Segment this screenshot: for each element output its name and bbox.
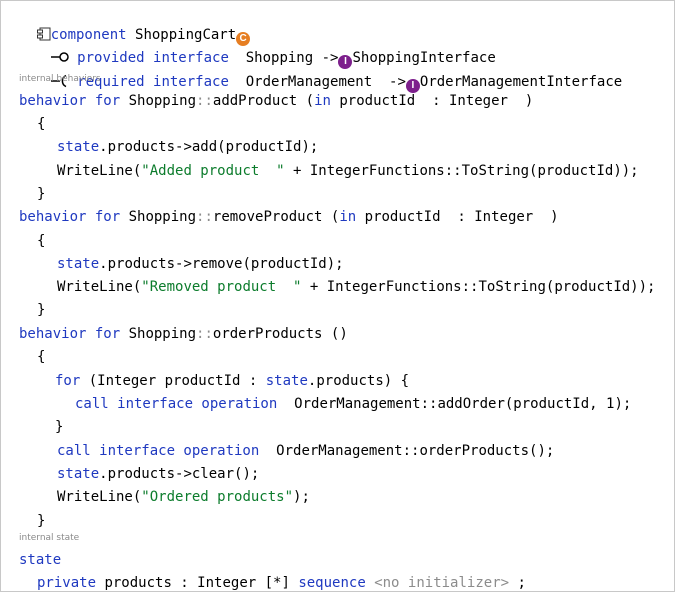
block-close: } <box>37 513 46 529</box>
semicolon: ; <box>517 575 526 591</box>
state-keyword: state <box>265 373 308 389</box>
code-editor[interactable]: component ShoppingCart C provided interfa… <box>0 0 675 592</box>
behavior-order-products-header[interactable]: behavior for Shopping::orderProducts () <box>19 324 348 344</box>
statement-text: (Integer productId : <box>88 373 266 389</box>
string-literal: "Added product " <box>141 163 285 179</box>
for-loop-line[interactable]: for (Integer productId : state.products)… <box>55 371 409 391</box>
block-close: } <box>55 419 64 435</box>
colon: : <box>432 93 441 109</box>
statement-line[interactable]: WriteLine("Ordered products"); <box>57 487 310 507</box>
param-direction: in <box>314 93 331 109</box>
scope-separator: :: <box>196 93 213 109</box>
paren: ( <box>305 93 315 109</box>
call-keyword: call interface operation <box>75 396 278 412</box>
statement-text: .products->add(productId); <box>99 139 319 155</box>
block-open: { <box>37 116 46 132</box>
visibility-keyword: private <box>37 575 97 591</box>
statement-line[interactable]: WriteLine("Removed product " + IntegerFu… <box>57 277 655 297</box>
statement-text: ); <box>293 489 310 505</box>
function-call: WriteLine( <box>57 163 142 179</box>
statement-text: + IntegerFunctions::ToString(productId))… <box>284 163 639 179</box>
statement-text: .products->clear(); <box>99 466 260 482</box>
state-attribute-line[interactable]: private products : Integer [*] sequence … <box>37 573 526 591</box>
operation-name[interactable]: addProduct <box>213 93 297 109</box>
block-open: { <box>37 349 46 365</box>
statement-text: OrderManagement::orderProducts(); <box>276 443 555 459</box>
state-keyword: state <box>19 552 62 568</box>
for-keyword: for <box>55 373 81 389</box>
paren: ) <box>550 209 559 225</box>
statement-line[interactable]: WriteLine("Added product " + IntegerFunc… <box>57 161 639 181</box>
port-ref[interactable]: Shopping <box>129 209 196 225</box>
paren: () <box>330 326 348 342</box>
operation-name[interactable]: orderProducts <box>213 326 323 342</box>
arrow: -> <box>389 74 406 90</box>
state-keyword-line[interactable]: state <box>19 550 61 570</box>
sequence-keyword: sequence <box>298 575 366 591</box>
statement-line[interactable]: state.products->add(productId); <box>57 137 318 157</box>
statement-text: .products->remove(productId); <box>99 256 344 272</box>
function-call: WriteLine( <box>57 279 142 295</box>
attribute-declaration[interactable]: products : Integer [*] <box>104 575 289 591</box>
behavior-keyword: behavior for <box>19 93 121 109</box>
port-ref[interactable]: Shopping <box>129 326 196 342</box>
state-keyword: state <box>57 466 100 482</box>
statement-line[interactable]: call interface operation OrderManagement… <box>57 441 554 461</box>
statement-text: + IntegerFunctions::ToString(productId))… <box>301 279 656 295</box>
string-literal: "Removed product " <box>141 279 302 295</box>
string-literal: "Ordered products" <box>141 489 294 505</box>
section-label-internal-state: internal state <box>19 533 80 543</box>
operation-name[interactable]: removeProduct <box>213 209 323 225</box>
behavior-keyword: behavior for <box>19 209 121 225</box>
state-keyword: state <box>57 256 100 272</box>
statement-line[interactable]: state.products->remove(productId); <box>57 254 344 274</box>
statement-text: OrderManagement::addOrder(productId, 1); <box>294 396 632 412</box>
behavior-keyword: behavior for <box>19 326 121 342</box>
paren: ) <box>524 93 534 109</box>
param-type[interactable]: Integer <box>474 209 533 225</box>
param-name: productId <box>339 93 416 109</box>
state-keyword: state <box>57 139 100 155</box>
statement-line[interactable]: state.products->clear(); <box>57 464 259 484</box>
behavior-remove-product-header[interactable]: behavior for Shopping::removeProduct (in… <box>19 207 559 227</box>
param-direction: in <box>339 209 357 225</box>
required-port-name[interactable]: OrderManagement <box>246 74 372 90</box>
port-ref[interactable]: Shopping <box>129 93 196 109</box>
param-name: productId <box>364 209 441 225</box>
scope-separator: :: <box>196 209 213 225</box>
block-open: { <box>37 233 46 249</box>
block-close: } <box>37 186 46 202</box>
block-close: } <box>37 302 46 318</box>
statement-text: .products) { <box>307 373 410 389</box>
required-interface-target[interactable]: OrderManagementInterface <box>420 74 622 90</box>
call-keyword: call interface operation <box>57 443 260 459</box>
statement-line[interactable]: call interface operation OrderManagement… <box>75 394 631 414</box>
initializer-placeholder[interactable]: <no initializer> <box>374 575 509 591</box>
colon: : <box>457 209 466 225</box>
scope-separator: :: <box>196 326 213 342</box>
param-type[interactable]: Integer <box>449 93 508 109</box>
section-label-internal-behaviors: internal behaviors <box>19 74 101 84</box>
function-call: WriteLine( <box>57 489 142 505</box>
behavior-add-product-header[interactable]: behavior for Shopping::addProduct (in pr… <box>19 91 533 111</box>
